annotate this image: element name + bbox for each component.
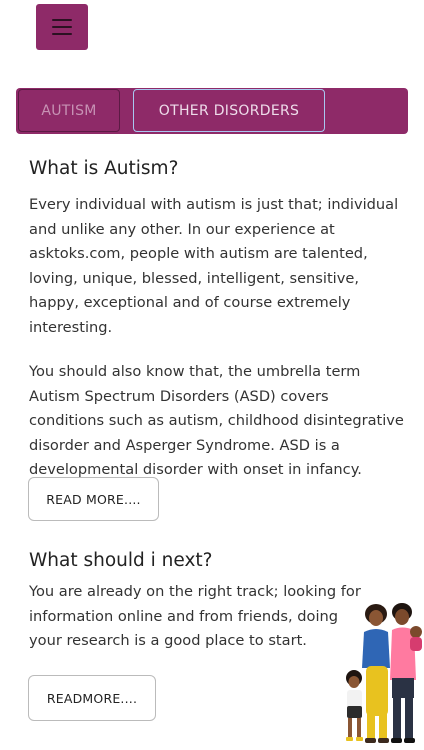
hamburger-icon-line (52, 26, 72, 28)
read-more-button[interactable]: READ MORE.... (28, 477, 159, 521)
tab-autism[interactable]: AUTISM (18, 89, 120, 132)
what-is-autism-paragraph-1: Every individual with autism is just tha… (29, 196, 399, 336)
tab-other-disorders[interactable]: OTHER DISORDERS (133, 89, 325, 132)
what-next-heading: What should i next? (29, 550, 213, 571)
what-next-paragraph: You are already on the right track; look… (29, 583, 361, 649)
what-is-autism-section: What is Autism? Every individual with au… (29, 158, 404, 483)
readmore-button[interactable]: READMORE.... (28, 675, 156, 721)
what-is-autism-heading: What is Autism? (29, 158, 179, 179)
menu-button[interactable] (36, 4, 88, 50)
family-illustration (346, 603, 422, 743)
what-is-autism-paragraph-2: You should also know that, the umbrella … (29, 363, 404, 478)
tab-bar: AUTISM OTHER DISORDERS (16, 88, 408, 134)
hamburger-icon-line (52, 33, 72, 35)
hamburger-icon-line (52, 19, 72, 21)
